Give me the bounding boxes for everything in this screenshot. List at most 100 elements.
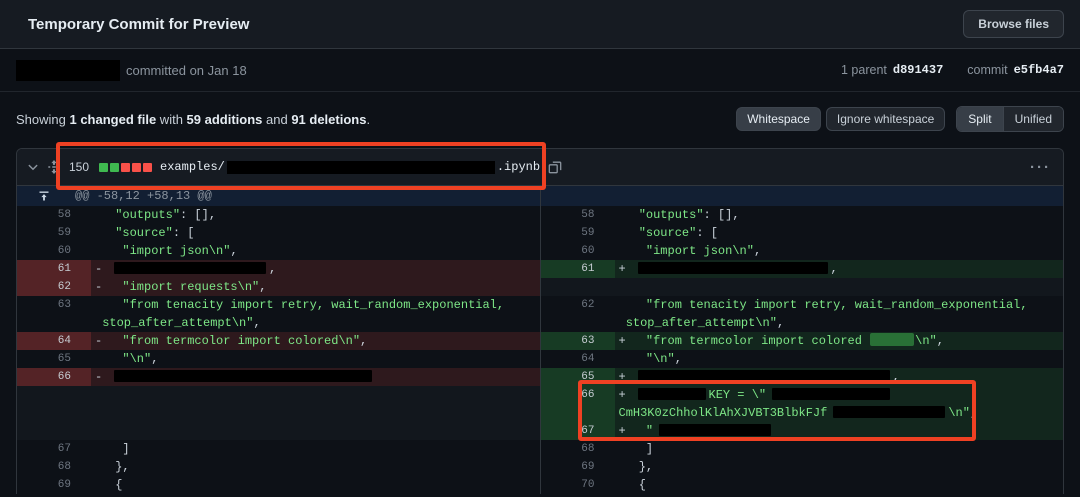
diffstat-squares <box>97 163 152 172</box>
diff-row: 66+KEY = \" <box>17 386 1063 404</box>
line-number[interactable]: 67 <box>17 440 91 458</box>
code-line: "import json\n", <box>615 242 1064 260</box>
line-number[interactable]: 66 <box>17 368 91 386</box>
redaction-bar <box>833 406 945 418</box>
diff-row: stop_after_attempt\n", stop_after_attemp… <box>17 314 1063 332</box>
diff-marker: - <box>95 368 108 386</box>
diff-row: CmH3K0zChholKlAhXJVBT3BlbkFJf\n", <box>17 404 1063 422</box>
diffstat-square-add <box>99 163 108 172</box>
line-number[interactable]: 60 <box>17 242 91 260</box>
file-menu-kebab-icon[interactable]: ··· <box>1030 159 1051 176</box>
file-diff-card: 150 examples/.ipynb ··· @@ -58,12 +58,13… <box>16 148 1064 494</box>
line-number[interactable]: 64 <box>17 332 91 350</box>
line-number[interactable]: 69 <box>17 476 91 494</box>
diff-marker: - <box>95 260 108 278</box>
line-number[interactable]: 62 <box>17 278 91 296</box>
code-line: "from tenacity import retry, wait_random… <box>615 296 1064 314</box>
code-line: { <box>91 476 540 494</box>
line-number[interactable]: 60 <box>541 242 615 260</box>
summary-additions: 59 additions <box>187 112 263 127</box>
summary-and: and <box>262 112 291 127</box>
commit-label: commit <box>967 63 1007 77</box>
line-number[interactable]: 68 <box>541 440 615 458</box>
diff-summary: Showing 1 changed file with 59 additions… <box>16 112 370 127</box>
file-header: 150 examples/.ipynb ··· <box>17 149 1063 186</box>
line-number[interactable]: 62 <box>541 296 615 314</box>
code-line: - <box>91 368 540 386</box>
unified-view-button[interactable]: Unified <box>1003 107 1063 131</box>
diff-row: 63 "from tenacity import retry, wait_ran… <box>17 296 1063 314</box>
line-number[interactable]: 67 <box>541 422 615 440</box>
code-line: stop_after_attempt\n", <box>91 314 540 332</box>
code-line: -, <box>91 260 540 278</box>
diff-row: 68 },69 }, <box>17 458 1063 476</box>
diff-marker: + <box>619 422 632 440</box>
redaction-bar <box>638 388 706 400</box>
diff-marker: + <box>619 386 632 404</box>
line-number[interactable]: 66 <box>541 386 615 404</box>
diff-toolbar-row: Showing 1 changed file with 59 additions… <box>16 104 1064 134</box>
line-number[interactable]: 61 <box>541 260 615 278</box>
line-number[interactable]: 63 <box>17 296 91 314</box>
diff-row: @@ -58,12 +58,13 @@ <box>17 186 1063 206</box>
expand-all-icon[interactable] <box>47 160 61 174</box>
line-number[interactable]: 59 <box>541 224 615 242</box>
browse-files-button[interactable]: Browse files <box>963 10 1064 38</box>
diffstat-square-del <box>143 163 152 172</box>
line-number[interactable]: 64 <box>541 350 615 368</box>
redaction-bar <box>114 370 372 382</box>
code-line: - "import requests\n", <box>91 278 540 296</box>
commit-sha: e5fb4a7 <box>1014 63 1064 77</box>
code-line: +, <box>615 368 1064 386</box>
line-number[interactable]: 65 <box>541 368 615 386</box>
line-number[interactable] <box>17 314 91 332</box>
diff-marker: - <box>95 278 108 296</box>
code-line: "from tenacity import retry, wait_random… <box>91 296 540 314</box>
ignore-whitespace-button[interactable]: Ignore whitespace <box>826 107 945 131</box>
split-view-button[interactable]: Split <box>957 107 1002 131</box>
code-line: CmH3K0zChholKlAhXJVBT3BlbkFJf\n", <box>615 404 1064 422</box>
file-path-prefix: examples/ <box>160 160 225 174</box>
summary-prefix: Showing <box>16 112 69 127</box>
empty-gutter <box>17 404 91 422</box>
summary-deletions: 91 deletions <box>291 112 366 127</box>
diff-options-toolbar: Whitespace Ignore whitespace Split Unifi… <box>736 106 1064 132</box>
diffstat-square-add <box>110 163 119 172</box>
diff-row: 67 ]68 ] <box>17 440 1063 458</box>
line-number[interactable]: 69 <box>541 458 615 476</box>
whitespace-button[interactable]: Whitespace <box>736 107 821 131</box>
line-number[interactable]: 59 <box>17 224 91 242</box>
diff-row: 60 "import json\n",60 "import json\n", <box>17 242 1063 260</box>
line-number[interactable]: 61 <box>17 260 91 278</box>
view-mode-switch: Split Unified <box>956 106 1064 132</box>
copy-path-icon[interactable] <box>548 160 562 174</box>
code-line: "outputs": [], <box>91 206 540 224</box>
parent-sha-link[interactable]: d891437 <box>893 63 943 77</box>
line-number[interactable]: 63 <box>541 332 615 350</box>
collapse-file-chevron-icon[interactable] <box>27 161 39 173</box>
code-line: - "from termcolor import colored\n", <box>91 332 540 350</box>
diff-marker: + <box>619 260 632 278</box>
empty-code-cell <box>91 386 540 404</box>
empty-gutter <box>17 386 91 404</box>
code-line: +, <box>615 260 1064 278</box>
line-number[interactable]: 70 <box>541 476 615 494</box>
line-number[interactable] <box>541 404 615 422</box>
diff-row: 64- "from termcolor import colored\n",63… <box>17 332 1063 350</box>
hunk-header: @@ -58,12 +58,13 @@ <box>71 186 540 206</box>
line-number[interactable]: 58 <box>541 206 615 224</box>
line-number[interactable]: 68 <box>17 458 91 476</box>
diffstat-square-del <box>121 163 130 172</box>
line-number[interactable] <box>541 314 615 332</box>
expand-hunk-button[interactable] <box>17 186 71 206</box>
empty-gutter <box>17 422 91 440</box>
summary-suffix: . <box>366 112 370 127</box>
file-path: examples/.ipynb <box>160 160 540 174</box>
split-diff: @@ -58,12 +58,13 @@58 "outputs": [],58 "… <box>17 186 1063 494</box>
line-number[interactable]: 65 <box>17 350 91 368</box>
code-line: }, <box>91 458 540 476</box>
line-number[interactable]: 58 <box>17 206 91 224</box>
diff-marker: - <box>95 332 108 350</box>
commit-meta-bar: committed on Jan 18 1 parent d891437 com… <box>0 49 1080 92</box>
diff-row: 65 "\n",64 "\n", <box>17 350 1063 368</box>
